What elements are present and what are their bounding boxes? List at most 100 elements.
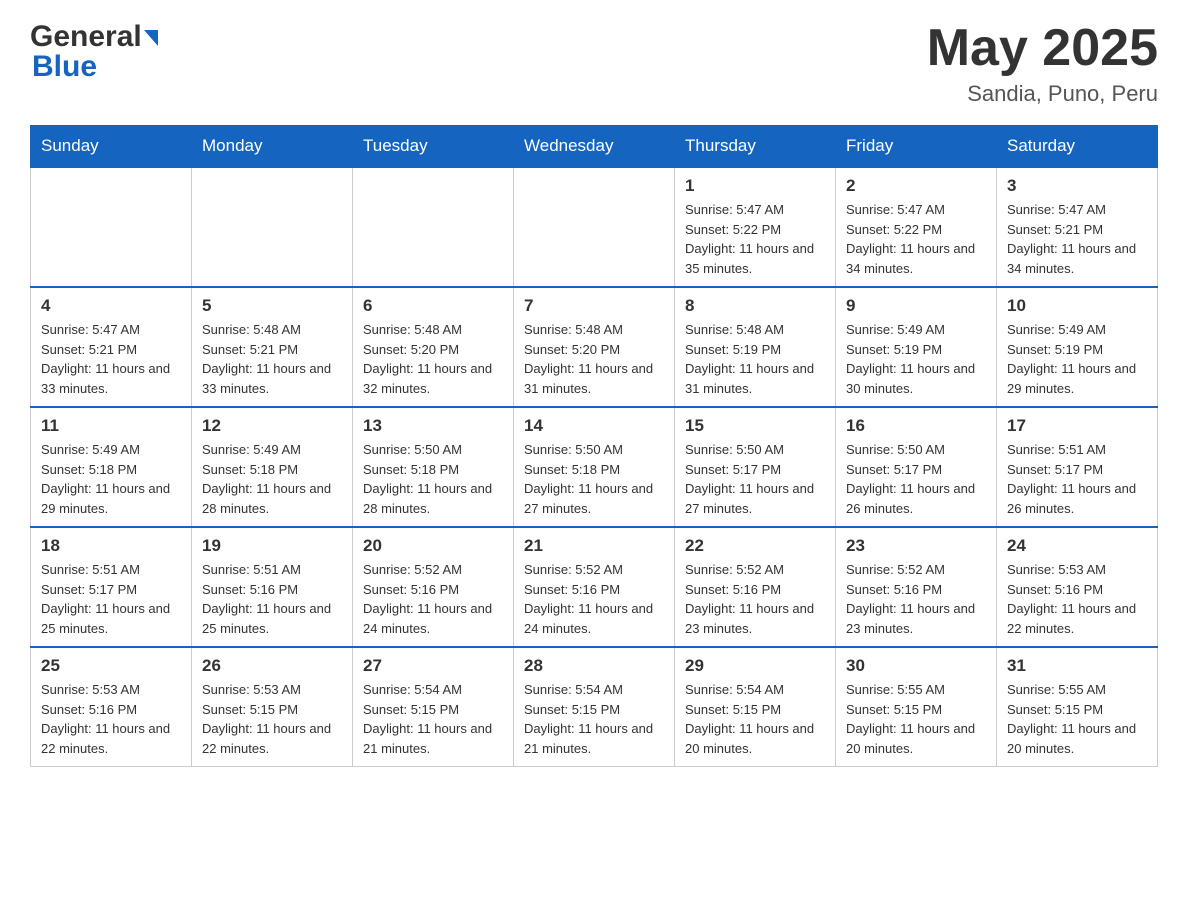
calendar-cell: 16 Sunrise: 5:50 AMSunset: 5:17 PMDayligh… — [836, 407, 997, 527]
calendar-week-row: 4 Sunrise: 5:47 AMSunset: 5:21 PMDaylight… — [31, 287, 1158, 407]
day-number: 17 — [1007, 416, 1147, 436]
day-info: Sunrise: 5:53 AMSunset: 5:16 PMDaylight:… — [1007, 560, 1147, 638]
day-info: Sunrise: 5:47 AMSunset: 5:22 PMDaylight:… — [846, 200, 986, 278]
calendar-cell — [353, 167, 514, 287]
calendar-cell: 2 Sunrise: 5:47 AMSunset: 5:22 PMDaylight… — [836, 167, 997, 287]
day-info: Sunrise: 5:49 AMSunset: 5:18 PMDaylight:… — [41, 440, 181, 518]
calendar-cell: 15 Sunrise: 5:50 AMSunset: 5:17 PMDayligh… — [675, 407, 836, 527]
calendar-week-row: 25 Sunrise: 5:53 AMSunset: 5:16 PMDayligh… — [31, 647, 1158, 767]
calendar-cell: 18Sunrise: 5:51 AMSunset: 5:17 PMDayligh… — [31, 527, 192, 647]
calendar-cell: 4 Sunrise: 5:47 AMSunset: 5:21 PMDaylight… — [31, 287, 192, 407]
calendar-cell: 1 Sunrise: 5:47 AMSunset: 5:22 PMDaylight… — [675, 167, 836, 287]
calendar-cell: 3Sunrise: 5:47 AMSunset: 5:21 PMDaylight… — [997, 167, 1158, 287]
calendar-cell: 21 Sunrise: 5:52 AMSunset: 5:16 PMDayligh… — [514, 527, 675, 647]
col-tuesday: Tuesday — [353, 126, 514, 168]
day-number: 13 — [363, 416, 503, 436]
logo-triangle-icon — [144, 30, 158, 46]
page-title: May 2025 — [927, 20, 1158, 77]
day-info: Sunrise: 5:48 AMSunset: 5:20 PMDaylight:… — [524, 320, 664, 398]
day-number: 14 — [524, 416, 664, 436]
page-header: General Blue May 2025 Sandia, Puno, Peru — [30, 20, 1158, 107]
calendar-table: Sunday Monday Tuesday Wednesday Thursday… — [30, 125, 1158, 767]
day-info: Sunrise: 5:50 AMSunset: 5:18 PMDaylight:… — [363, 440, 503, 518]
col-saturday: Saturday — [997, 126, 1158, 168]
calendar-week-row: 1 Sunrise: 5:47 AMSunset: 5:22 PMDaylight… — [31, 167, 1158, 287]
day-number: 2 — [846, 176, 986, 196]
day-number: 9 — [846, 296, 986, 316]
calendar-cell: 29 Sunrise: 5:54 AMSunset: 5:15 PMDayligh… — [675, 647, 836, 767]
day-number: 4 — [41, 296, 181, 316]
day-number: 24 — [1007, 536, 1147, 556]
day-info: Sunrise: 5:54 AMSunset: 5:15 PMDaylight:… — [685, 680, 825, 758]
day-number: 21 — [524, 536, 664, 556]
day-number: 19 — [202, 536, 342, 556]
calendar-cell — [514, 167, 675, 287]
day-info: Sunrise: 5:52 AMSunset: 5:16 PMDaylight:… — [685, 560, 825, 638]
day-number: 15 — [685, 416, 825, 436]
day-info: Sunrise: 5:47 AMSunset: 5:21 PMDaylight:… — [41, 320, 181, 398]
calendar-cell: 31 Sunrise: 5:55 AMSunset: 5:15 PMDayligh… — [997, 647, 1158, 767]
title-area: May 2025 Sandia, Puno, Peru — [927, 20, 1158, 107]
day-info: Sunrise: 5:49 AMSunset: 5:19 PMDaylight:… — [846, 320, 986, 398]
calendar-cell: 23 Sunrise: 5:52 AMSunset: 5:16 PMDayligh… — [836, 527, 997, 647]
calendar-cell: 19 Sunrise: 5:51 AMSunset: 5:16 PMDayligh… — [192, 527, 353, 647]
day-number: 23 — [846, 536, 986, 556]
day-number: 18 — [41, 536, 181, 556]
day-info: Sunrise: 5:52 AMSunset: 5:16 PMDaylight:… — [524, 560, 664, 638]
day-info: Sunrise: 5:50 AMSunset: 5:18 PMDaylight:… — [524, 440, 664, 518]
calendar-cell: 14 Sunrise: 5:50 AMSunset: 5:18 PMDayligh… — [514, 407, 675, 527]
day-info: Sunrise: 5:49 AMSunset: 5:18 PMDaylight:… — [202, 440, 342, 518]
day-number: 7 — [524, 296, 664, 316]
col-friday: Friday — [836, 126, 997, 168]
day-number: 12 — [202, 416, 342, 436]
calendar-cell: 20Sunrise: 5:52 AMSunset: 5:16 PMDayligh… — [353, 527, 514, 647]
day-info: Sunrise: 5:50 AMSunset: 5:17 PMDaylight:… — [685, 440, 825, 518]
calendar-week-row: 18Sunrise: 5:51 AMSunset: 5:17 PMDayligh… — [31, 527, 1158, 647]
day-info: Sunrise: 5:48 AMSunset: 5:19 PMDaylight:… — [685, 320, 825, 398]
calendar-cell: 12 Sunrise: 5:49 AMSunset: 5:18 PMDayligh… — [192, 407, 353, 527]
day-info: Sunrise: 5:55 AMSunset: 5:15 PMDaylight:… — [846, 680, 986, 758]
day-number: 10 — [1007, 296, 1147, 316]
calendar-cell: 9 Sunrise: 5:49 AMSunset: 5:19 PMDaylight… — [836, 287, 997, 407]
day-info: Sunrise: 5:47 AMSunset: 5:21 PMDaylight:… — [1007, 200, 1147, 278]
day-number: 31 — [1007, 656, 1147, 676]
day-number: 25 — [41, 656, 181, 676]
day-info: Sunrise: 5:49 AMSunset: 5:19 PMDaylight:… — [1007, 320, 1147, 398]
col-thursday: Thursday — [675, 126, 836, 168]
day-number: 30 — [846, 656, 986, 676]
col-wednesday: Wednesday — [514, 126, 675, 168]
day-number: 16 — [846, 416, 986, 436]
day-info: Sunrise: 5:55 AMSunset: 5:15 PMDaylight:… — [1007, 680, 1147, 758]
day-info: Sunrise: 5:48 AMSunset: 5:20 PMDaylight:… — [363, 320, 503, 398]
day-number: 22 — [685, 536, 825, 556]
calendar-cell: 10 Sunrise: 5:49 AMSunset: 5:19 PMDayligh… — [997, 287, 1158, 407]
day-info: Sunrise: 5:47 AMSunset: 5:22 PMDaylight:… — [685, 200, 825, 278]
logo-general-text: General — [30, 20, 142, 54]
col-sunday: Sunday — [31, 126, 192, 168]
day-info: Sunrise: 5:54 AMSunset: 5:15 PMDaylight:… — [363, 680, 503, 758]
day-info: Sunrise: 5:50 AMSunset: 5:17 PMDaylight:… — [846, 440, 986, 518]
day-number: 29 — [685, 656, 825, 676]
calendar-cell: 30 Sunrise: 5:55 AMSunset: 5:15 PMDayligh… — [836, 647, 997, 767]
day-number: 1 — [685, 176, 825, 196]
day-number: 26 — [202, 656, 342, 676]
calendar-cell: 27Sunrise: 5:54 AMSunset: 5:15 PMDayligh… — [353, 647, 514, 767]
calendar-cell: 24 Sunrise: 5:53 AMSunset: 5:16 PMDayligh… — [997, 527, 1158, 647]
calendar-cell: 7 Sunrise: 5:48 AMSunset: 5:20 PMDaylight… — [514, 287, 675, 407]
day-info: Sunrise: 5:52 AMSunset: 5:16 PMDaylight:… — [846, 560, 986, 638]
calendar-cell: 6 Sunrise: 5:48 AMSunset: 5:20 PMDaylight… — [353, 287, 514, 407]
calendar-cell: 26 Sunrise: 5:53 AMSunset: 5:15 PMDayligh… — [192, 647, 353, 767]
day-info: Sunrise: 5:52 AMSunset: 5:16 PMDaylight:… — [363, 560, 503, 638]
day-info: Sunrise: 5:53 AMSunset: 5:16 PMDaylight:… — [41, 680, 181, 758]
day-info: Sunrise: 5:51 AMSunset: 5:17 PMDaylight:… — [1007, 440, 1147, 518]
day-number: 28 — [524, 656, 664, 676]
day-info: Sunrise: 5:54 AMSunset: 5:15 PMDaylight:… — [524, 680, 664, 758]
calendar-cell: 11Sunrise: 5:49 AMSunset: 5:18 PMDayligh… — [31, 407, 192, 527]
day-number: 6 — [363, 296, 503, 316]
logo-blue-text: Blue — [32, 50, 158, 84]
day-info: Sunrise: 5:51 AMSunset: 5:16 PMDaylight:… — [202, 560, 342, 638]
calendar-cell: 28 Sunrise: 5:54 AMSunset: 5:15 PMDayligh… — [514, 647, 675, 767]
day-info: Sunrise: 5:53 AMSunset: 5:15 PMDaylight:… — [202, 680, 342, 758]
calendar-week-row: 11Sunrise: 5:49 AMSunset: 5:18 PMDayligh… — [31, 407, 1158, 527]
day-number: 5 — [202, 296, 342, 316]
